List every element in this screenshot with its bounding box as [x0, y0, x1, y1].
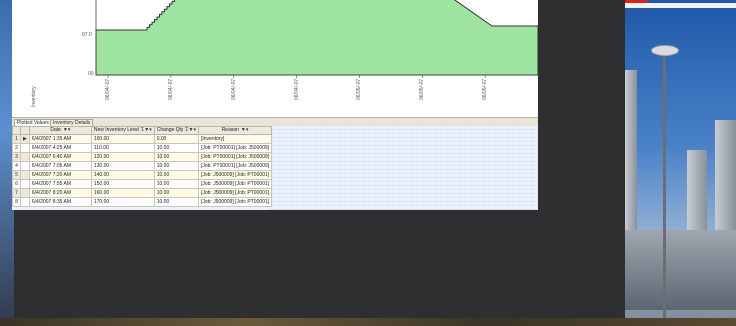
row-number: 7	[12, 188, 21, 198]
cell-reason: [Job: J500009] [Job: PT00001]	[197, 197, 273, 207]
x-tick-label: 06/04/-07	[167, 78, 174, 100]
cell-change-qty: 0.00	[153, 134, 199, 144]
column-header-date[interactable]: Date ▼▾	[28, 126, 92, 135]
inventory-chart: 97.0 00 06/04/-07 06/04/-07 06/04/-07 06/04…	[12, 0, 538, 116]
inventory-chart-window: 97.0 00 06/04/-07 06/04/-07 06/04/-07 06/04…	[12, 0, 538, 210]
x-tick-label: 06/05/-07	[419, 78, 426, 100]
cell-date: 6/4/2007 8:20 AM	[28, 188, 92, 198]
table-row[interactable]: 1 ▶ 6/4/2007 1:35 AM 100.00 0.00 [Inventory]	[12, 134, 273, 144]
inventory-grid-panel: Date ▼▾ New Inventory Level Σ▼▾ Change Qty…	[12, 126, 538, 210]
street-lamp	[651, 45, 679, 56]
grid-empty-area	[267, 126, 538, 210]
inventory-chart-svg	[95, 0, 538, 78]
row-number: 2	[12, 143, 21, 153]
cell-new-inventory-level: 110.00	[90, 143, 155, 153]
column-header-label: Date	[50, 127, 61, 134]
white-banner-strip	[625, 3, 736, 8]
y-tick-label: 00	[88, 71, 94, 77]
lamp-pole	[663, 55, 666, 326]
row-number: 5	[12, 170, 21, 180]
cell-new-inventory-level: 100.00	[90, 134, 155, 144]
row-indicator	[20, 188, 30, 198]
grid-header-row: Date ▼▾ New Inventory Level Σ▼▾ Change Qty…	[12, 126, 273, 135]
table-row[interactable]: 3 6/4/2007 6:40 AM 120.00 10.00 [Job: PT0000…	[12, 152, 273, 162]
x-tick-label: 06/05/-07	[482, 78, 489, 100]
cell-new-inventory-level: 160.00	[90, 188, 155, 198]
column-header-change-qty[interactable]: Change Qty Σ▼▾	[153, 126, 199, 135]
filter-icon[interactable]: ▼▾	[63, 128, 70, 134]
cell-reason: [Job: PT00001] [Job: J500009]	[197, 161, 273, 171]
row-number: 8	[12, 197, 21, 207]
x-tick-label: 06/04/-07	[293, 78, 300, 100]
table-row[interactable]: 2 6/4/2007 4:25 AM 110.00 10.00 [Job: PT0000…	[12, 143, 273, 153]
cell-change-qty: 10.00	[153, 152, 199, 162]
cell-new-inventory-level: 120.00	[90, 152, 155, 162]
row-number: 1	[12, 134, 21, 144]
details-tab-strip: Plotted Values Inventory Details	[12, 117, 538, 127]
column-header-label: Reason	[221, 127, 239, 134]
cell-reason: [Job: PT00001] [Job: J500009]	[197, 152, 273, 162]
cell-new-inventory-level: 140.00	[90, 170, 155, 180]
cell-change-qty: 10.00	[153, 197, 199, 207]
cell-date: 6/4/2007 7:20 AM	[28, 170, 92, 180]
refinery-tanks	[625, 230, 736, 310]
cell-change-qty: 10.00	[153, 179, 199, 189]
column-header-new-inventory-level[interactable]: New Inventory Level Σ▼▾	[90, 126, 155, 135]
cell-date: 6/4/2007 7:05 AM	[28, 161, 92, 171]
y-tick-label: 97.0	[82, 32, 92, 38]
y-axis-title: Inventory	[31, 86, 37, 107]
column-header-label: Change Qty	[156, 127, 184, 134]
row-indicator-header	[20, 126, 30, 135]
table-row[interactable]: 4 6/4/2007 7:05 AM 130.00 10.00 [Job: PT0000…	[12, 161, 273, 171]
inventory-grid: Date ▼▾ New Inventory Level Σ▼▾ Change Qty…	[12, 126, 273, 207]
column-header-label: New Inventory Level	[93, 127, 140, 134]
table-row[interactable]: 8 6/4/2007 8:35 AM 170.00 10.00 [Job: J50000…	[12, 197, 273, 207]
row-indicator	[20, 179, 30, 189]
row-number-header	[12, 126, 21, 135]
row-indicator	[20, 161, 30, 171]
cell-date: 6/4/2007 6:40 AM	[28, 152, 92, 162]
table-row[interactable]: 5 6/4/2007 7:20 AM 140.00 10.00 [Job: J50000…	[12, 170, 273, 180]
wallpaper-photo	[625, 0, 736, 326]
cell-new-inventory-level: 150.00	[90, 179, 155, 189]
sum-filter-icon[interactable]: Σ▼▾	[141, 128, 152, 134]
cell-reason: [Job: J500009] [Job: PT00001]	[197, 170, 273, 180]
cell-change-qty: 10.00	[153, 143, 199, 153]
row-number: 4	[12, 161, 21, 171]
refinery-tower	[687, 150, 707, 240]
cell-date: 6/4/2007 4:25 AM	[28, 143, 92, 153]
table-row[interactable]: 7 6/4/2007 8:20 AM 160.00 10.00 [Job: J50000…	[12, 188, 273, 198]
row-indicator	[20, 143, 30, 153]
table-row[interactable]: 6 6/4/2007 7:55 AM 150.00 10.00 [Job: J50000…	[12, 179, 273, 189]
cell-date: 6/4/2007 8:35 AM	[28, 197, 92, 207]
sum-filter-icon[interactable]: Σ▼▾	[185, 128, 196, 134]
column-header-reason[interactable]: Reason ▼▾	[197, 126, 273, 135]
cell-reason: [Job: PT00001] [Job: J500009]	[197, 143, 273, 153]
x-tick-label: 06/04/-07	[105, 78, 111, 100]
row-indicator: ▶	[20, 134, 30, 144]
cell-change-qty: 10.00	[153, 188, 199, 198]
filter-icon[interactable]: ▼▾	[241, 128, 248, 134]
row-number: 3	[12, 152, 21, 162]
cell-new-inventory-level: 130.00	[90, 161, 155, 171]
x-tick-label: 06/04/-07	[230, 78, 237, 100]
row-number: 6	[12, 179, 21, 189]
cell-reason: [Job: J500009] [Job: PT00001]	[197, 188, 273, 198]
refinery-tower	[625, 70, 637, 230]
cell-change-qty: 10.00	[153, 161, 199, 171]
cell-date: 6/4/2007 1:35 AM	[28, 134, 92, 144]
cell-date: 6/4/2007 7:55 AM	[28, 179, 92, 189]
row-indicator	[20, 197, 30, 207]
row-indicator	[20, 152, 30, 162]
cell-reason: [Job: J500009] [Job: PT00001]	[197, 179, 273, 189]
x-tick-label: 06/05/-07	[356, 78, 363, 100]
row-indicator	[20, 170, 30, 180]
cell-reason: [Inventory]	[197, 134, 273, 144]
cell-new-inventory-level: 170.00	[90, 197, 155, 207]
cell-change-qty: 10.00	[153, 170, 199, 180]
wallpaper-ground	[0, 318, 736, 326]
